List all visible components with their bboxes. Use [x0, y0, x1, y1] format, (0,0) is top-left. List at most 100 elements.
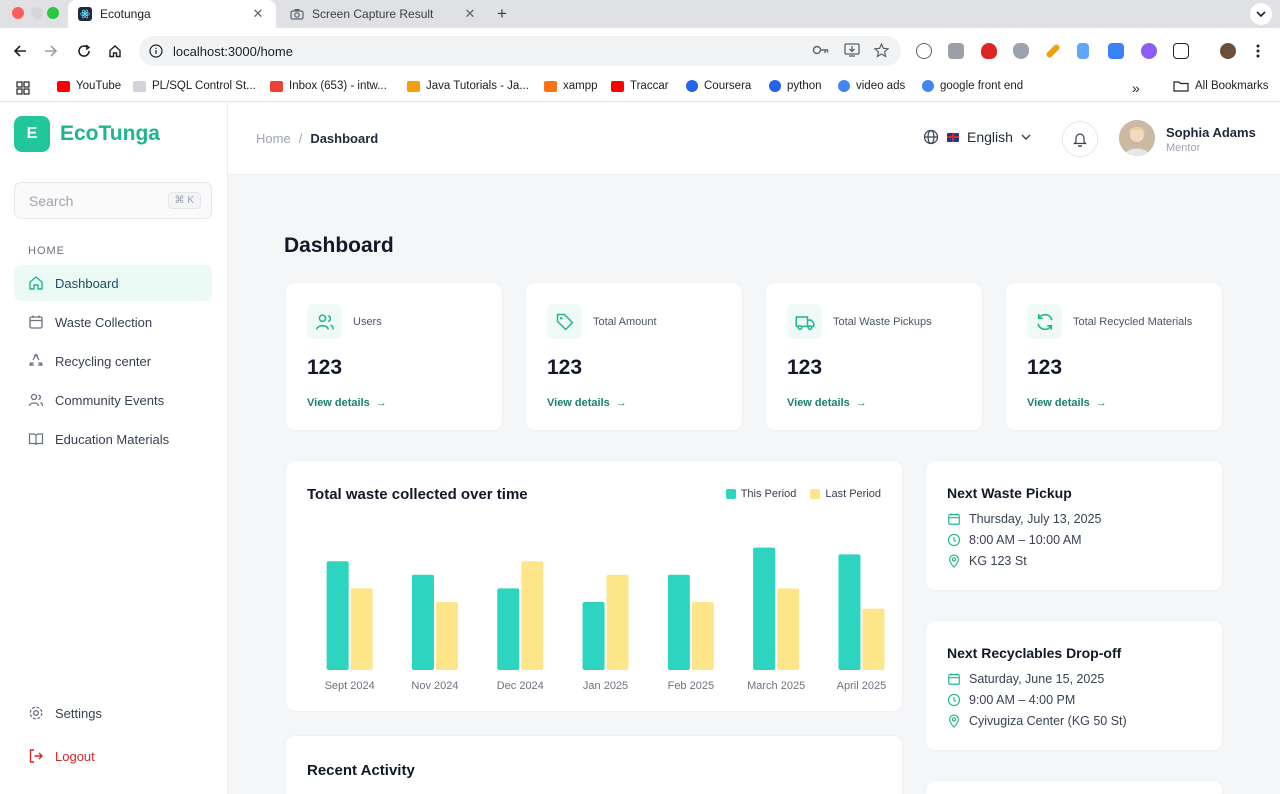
browser-toolbar: localhost:3000/home — [0, 28, 1280, 74]
arrow-left-icon — [13, 45, 26, 57]
waste-chart-card: Total waste collected over time This Per… — [285, 460, 903, 712]
bar-this-period[interactable] — [497, 588, 520, 670]
pen-extension-icon[interactable] — [1045, 43, 1061, 59]
language-selector[interactable]: English — [923, 129, 1031, 145]
apps-grid-icon[interactable] — [16, 81, 30, 100]
breadcrumb-home[interactable]: Home — [256, 131, 291, 146]
breadcrumb-current: Dashboard — [310, 131, 379, 146]
back-button[interactable] — [11, 42, 29, 60]
pickup-location: KG 123 St — [969, 554, 1027, 568]
stat-label: Total Amount — [593, 316, 657, 328]
new-tab-button[interactable]: + — [497, 4, 507, 24]
bookmark-python[interactable]: python — [769, 80, 822, 92]
bar-this-period[interactable] — [667, 574, 690, 670]
bookmark-plsql[interactable]: PL/SQL Control St... — [133, 80, 256, 92]
bar-last-period[interactable] — [350, 588, 373, 670]
coursera-icon — [686, 80, 698, 92]
window-minimize-button[interactable] — [31, 7, 43, 19]
avatar[interactable] — [1119, 120, 1155, 156]
logo-badge: E — [14, 116, 50, 152]
pickup-date-row: Thursday, July 13, 2025 — [947, 512, 1101, 526]
camera-extension-icon[interactable] — [948, 43, 964, 59]
home-icon — [27, 274, 45, 292]
search-placeholder: Search — [29, 192, 74, 209]
window-zoom-button[interactable] — [47, 7, 59, 19]
uk-flag-icon — [947, 132, 959, 142]
sidebar-item-settings[interactable]: Settings — [14, 695, 212, 731]
view-details-link[interactable]: View details → — [787, 397, 867, 409]
sidebar-item-community-events[interactable]: Community Events — [14, 382, 212, 418]
formula-extension-icon[interactable] — [1108, 43, 1124, 59]
bookmark-coursera[interactable]: Coursera — [686, 80, 751, 92]
bookmark-video-ads[interactable]: video ads — [838, 80, 905, 92]
bookmark-xampp[interactable]: xampp — [544, 80, 598, 92]
bookmark-google-front-end[interactable]: google front end — [922, 80, 1023, 92]
sidebar-item-education-materials[interactable]: Education Materials — [14, 421, 212, 457]
bolt-extension-icon[interactable] — [1141, 43, 1157, 59]
view-details-link[interactable]: View details → — [307, 397, 387, 409]
bar-last-period[interactable] — [691, 602, 714, 670]
close-tab-icon[interactable]: ✕ — [250, 6, 266, 22]
search-input[interactable]: Search ⌘ K — [14, 182, 212, 219]
tab-search-button[interactable] — [1250, 3, 1272, 25]
close-tab-icon[interactable]: ✕ — [462, 6, 478, 22]
bookmark-inbox[interactable]: Inbox (653) - intw... — [270, 80, 387, 92]
extension-icon[interactable] — [916, 43, 932, 59]
sidebar-item-label: Recycling center — [55, 353, 152, 369]
sidebar: E EcoTunga Search ⌘ K HOME Dashboard Was… — [0, 103, 228, 794]
bar-this-period[interactable] — [753, 547, 776, 670]
arrow-right-icon — [45, 45, 58, 57]
address-bar[interactable]: localhost:3000/home — [139, 36, 901, 66]
install-app-icon[interactable] — [844, 43, 860, 57]
profile-avatar-icon[interactable] — [1220, 43, 1236, 59]
x-tick-label: Jan 2025 — [583, 680, 628, 692]
stat-label: Users — [353, 316, 382, 328]
pickup-time-row: 8:00 AM – 10:00 AM — [947, 533, 1082, 547]
shield-extension-icon[interactable] — [1013, 43, 1029, 59]
bar-this-period[interactable] — [411, 574, 434, 670]
bar-this-period[interactable] — [326, 561, 349, 670]
bar-this-period[interactable] — [582, 602, 605, 670]
phone-extension-icon[interactable] — [1077, 43, 1089, 59]
sidebar-item-label: Waste Collection — [55, 314, 153, 330]
more-menu-icon[interactable] — [1256, 43, 1260, 59]
bar-last-period[interactable] — [862, 608, 885, 670]
bar-this-period[interactable] — [838, 554, 861, 670]
sidebar-item-dashboard[interactable]: Dashboard — [14, 265, 212, 301]
bar-last-period[interactable] — [606, 574, 629, 670]
view-details-link[interactable]: View details → — [1027, 397, 1107, 409]
key-icon[interactable] — [812, 43, 830, 57]
app-logo[interactable]: E EcoTunga — [14, 116, 160, 152]
home-icon — [109, 45, 121, 58]
site-info-icon[interactable] — [149, 44, 163, 58]
bar-last-period[interactable] — [435, 602, 458, 670]
stat-value: 123 — [547, 356, 583, 379]
breadcrumb: Home / Dashboard — [256, 131, 378, 146]
chevron-down-icon — [1021, 134, 1031, 140]
forward-button[interactable] — [42, 42, 60, 60]
logout-button[interactable]: Logout — [14, 738, 212, 774]
sidebar-item-waste-collection[interactable]: Waste Collection — [14, 304, 212, 340]
browser-tab-screen-capture[interactable]: Screen Capture Result ✕ — [280, 0, 488, 28]
arrow-right-icon: → — [855, 397, 867, 409]
reload-button[interactable] — [75, 42, 93, 60]
app-name: EcoTunga — [60, 122, 160, 145]
home-button[interactable] — [106, 42, 124, 60]
window-close-button[interactable] — [12, 7, 24, 19]
notifications-button[interactable] — [1062, 121, 1098, 157]
shield-extension-icon[interactable] — [981, 43, 997, 59]
bar-last-period[interactable] — [521, 561, 544, 670]
puzzle-icon[interactable] — [1173, 43, 1189, 59]
sidebar-item-recycling-center[interactable]: Recycling center — [14, 343, 212, 379]
more-bookmarks-icon[interactable]: » — [1132, 80, 1140, 96]
bookmark-youtube[interactable]: YouTube — [57, 80, 121, 92]
star-icon[interactable] — [874, 43, 889, 58]
view-details-link[interactable]: View details → — [547, 397, 627, 409]
bookmark-java-tutorials[interactable]: Java Tutorials - Ja... — [407, 80, 529, 92]
bar-last-period[interactable] — [777, 588, 800, 670]
browser-tab-ecotunga[interactable]: Ecotunga ✕ — [68, 0, 276, 28]
youtube-icon — [57, 80, 70, 92]
all-bookmarks-button[interactable]: All Bookmarks — [1173, 80, 1269, 92]
bookmark-traccar[interactable]: Traccar — [611, 80, 669, 92]
user-role: Mentor — [1166, 142, 1201, 154]
